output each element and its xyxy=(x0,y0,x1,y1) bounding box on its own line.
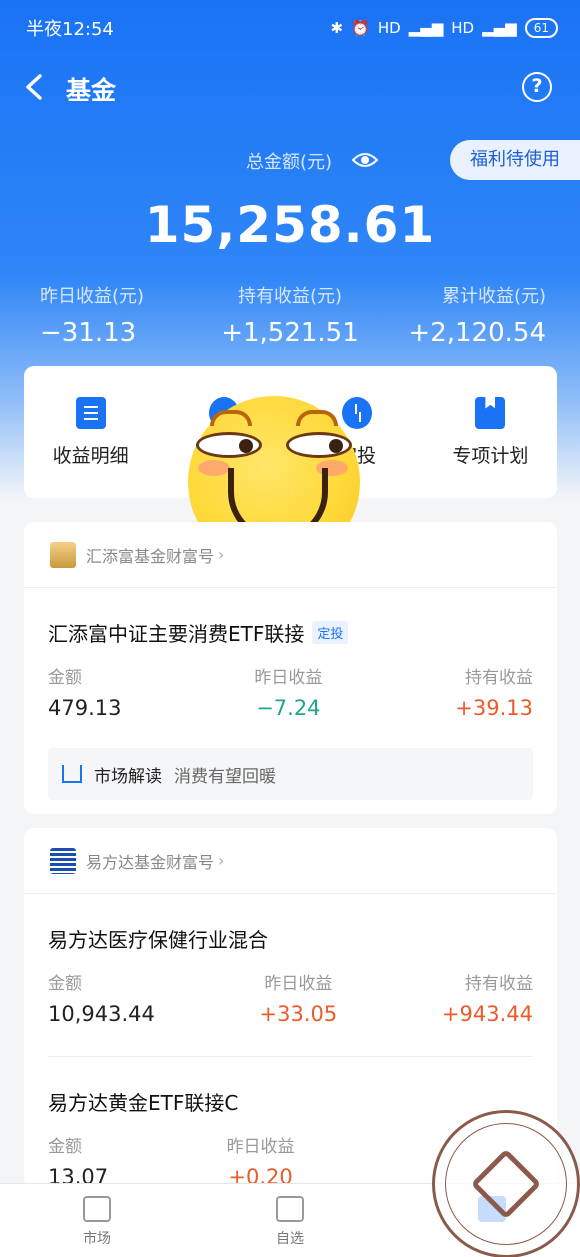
chevron-right-icon: › xyxy=(218,851,225,870)
metric-holding: 持有收益 +39.13 xyxy=(455,663,533,720)
hd-icon: HD xyxy=(377,19,401,37)
fund-name: 汇添富中证主要消费ETF联接 xyxy=(48,622,305,646)
tab-watchlist[interactable]: 自选 xyxy=(250,1196,330,1248)
watermark-stamp xyxy=(432,1110,580,1257)
metric-value: +943.44 xyxy=(441,1002,533,1026)
fund-name-row: 易方达黄金ETF联接C xyxy=(48,1057,533,1116)
metric-value: 10,943.44 xyxy=(48,1002,155,1026)
signal-4g-icon: ▂▄▆ xyxy=(482,19,517,37)
stat-label: 累计收益(元) xyxy=(441,286,546,307)
market-icon xyxy=(83,1196,111,1222)
list-doc-icon xyxy=(75,396,106,429)
stat-value: +1,521.51 xyxy=(221,318,359,348)
welfare-button[interactable]: 福利待使用 xyxy=(450,140,580,180)
fund-name: 易方达医疗保健行业混合 xyxy=(48,928,268,952)
emoji-eye-right xyxy=(286,432,352,458)
page-title: 基金 xyxy=(66,76,117,105)
efund-logo-icon xyxy=(50,847,76,874)
menu-item-earnings-detail[interactable]: 收益明细 xyxy=(31,396,151,468)
emoji-eye-left xyxy=(196,432,262,458)
metric-amount: 金额 10,943.44 xyxy=(48,969,155,1026)
back-arrow-icon[interactable] xyxy=(20,72,48,102)
chevron-right-icon: › xyxy=(218,545,225,564)
status-time: 半夜12:54 xyxy=(26,19,114,40)
cuam-logo-icon xyxy=(50,541,76,568)
total-amount: 15,258.61 xyxy=(144,196,436,254)
tab-label: 市场 xyxy=(83,1231,111,1247)
fund-metrics: 金额 479.13 昨日收益 −7.24 持有收益 +39.13 xyxy=(48,663,533,720)
signal-4g-icon: ▂▄▆ xyxy=(408,19,444,37)
metric-amount: 金额 479.13 xyxy=(48,663,121,720)
metric-yesterday: 昨日收益 +0.20 xyxy=(227,1132,295,1189)
metric-label: 金额 xyxy=(48,1137,82,1157)
metric-label: 昨日收益 xyxy=(226,1137,295,1157)
emoji-blush-left xyxy=(198,460,230,476)
fund-house-header[interactable]: 汇添富基金财富号 › xyxy=(24,522,557,588)
clock-icon xyxy=(342,396,373,429)
hd-icon: HD xyxy=(451,19,475,37)
stat-label: 持有收益(元) xyxy=(237,286,343,307)
nav-bar: 基金 ? xyxy=(0,60,580,116)
status-icons: ✱ ⏰ HD ▂▄▆ HD ▂▄▆ 61 xyxy=(331,18,558,38)
fund-house-name: 易方达基金财富号 xyxy=(86,852,215,872)
market-insight[interactable]: 市场解读 消费有望回暖 xyxy=(48,748,533,800)
bookmark-icon xyxy=(475,396,506,429)
metric-yesterday: 昨日收益 +33.05 xyxy=(260,969,338,1026)
metric-label: 昨日收益 xyxy=(254,668,323,688)
stat-yesterday: 昨日收益(元) −31.13 xyxy=(40,282,220,348)
metric-holding: 持有收益 +943.44 xyxy=(442,969,533,1026)
stat-cumulative: 累计收益(元) +2,120.54 xyxy=(366,282,546,348)
metric-label: 昨日收益 xyxy=(264,974,333,994)
metric-label: 持有收益 xyxy=(465,974,533,994)
stat-value: −31.13 xyxy=(40,318,137,348)
menu-item-label: 专项计划 xyxy=(452,444,529,467)
fund-name: 易方达黄金ETF联接C xyxy=(48,1091,239,1115)
tab-market[interactable]: 市场 xyxy=(57,1196,137,1248)
fund-name-row: 易方达医疗保健行业混合 xyxy=(48,894,533,953)
status-bar: 半夜12:54 ✱ ⏰ HD ▂▄▆ HD ▂▄▆ 61 xyxy=(0,0,580,56)
fund-house-name: 汇添富基金财富号 xyxy=(86,546,215,566)
insight-text: 消费有望回暖 xyxy=(174,766,276,787)
alarm-icon: ⏰ xyxy=(351,19,370,37)
insight-title: 市场解读 xyxy=(94,766,162,787)
battery-indicator: 61 xyxy=(524,18,558,38)
bar-chart-icon xyxy=(62,765,82,783)
menu-item-label: 收益明细 xyxy=(52,444,129,467)
fund-house-header[interactable]: 易方达基金财富号 › xyxy=(24,828,557,894)
stat-value: +2,120.54 xyxy=(408,318,546,348)
menu-item-special-plan[interactable]: 专项计划 xyxy=(430,396,550,468)
metric-yesterday: 昨日收益 −7.24 xyxy=(254,663,322,720)
fund-item[interactable]: 易方达医疗保健行业混合 金额 10,943.44 昨日收益 +33.05 持有收… xyxy=(24,894,557,1057)
fund-item[interactable]: 汇添富中证主要消费ETF联接 定投 金额 479.13 昨日收益 −7.24 持… xyxy=(24,588,557,720)
eye-icon[interactable] xyxy=(352,151,378,169)
total-amount-label: 总金额(元) xyxy=(246,152,333,173)
add-favorite-icon xyxy=(276,1196,304,1222)
metric-value: +39.13 xyxy=(455,696,533,720)
fund-metrics: 金额 10,943.44 昨日收益 +33.05 持有收益 +943.44 xyxy=(48,969,533,1026)
emoji-brow-left xyxy=(210,410,252,426)
emoji-brow-right xyxy=(296,410,338,426)
tab-label: 自选 xyxy=(276,1231,304,1247)
fund-name-row: 汇添富中证主要消费ETF联接 定投 xyxy=(48,588,533,647)
metric-value: +33.05 xyxy=(259,1002,338,1026)
stat-label: 昨日收益(元) xyxy=(40,286,145,307)
auto-invest-tag: 定投 xyxy=(312,621,349,644)
metric-label: 金额 xyxy=(48,974,82,994)
metric-label: 持有收益 xyxy=(464,668,533,688)
metric-amount: 金额 13.07 xyxy=(48,1132,108,1189)
metric-value: −7.24 xyxy=(256,696,321,720)
metric-label: 金额 xyxy=(48,668,82,688)
fund-house-card: 汇添富基金财富号 › 汇添富中证主要消费ETF联接 定投 金额 479.13 昨… xyxy=(24,522,557,814)
bluetooth-icon: ✱ xyxy=(330,19,344,37)
stat-holding: 持有收益(元) +1,521.51 xyxy=(200,282,380,348)
help-circle-icon[interactable]: ? xyxy=(522,72,552,102)
metric-value: 479.13 xyxy=(48,696,122,720)
